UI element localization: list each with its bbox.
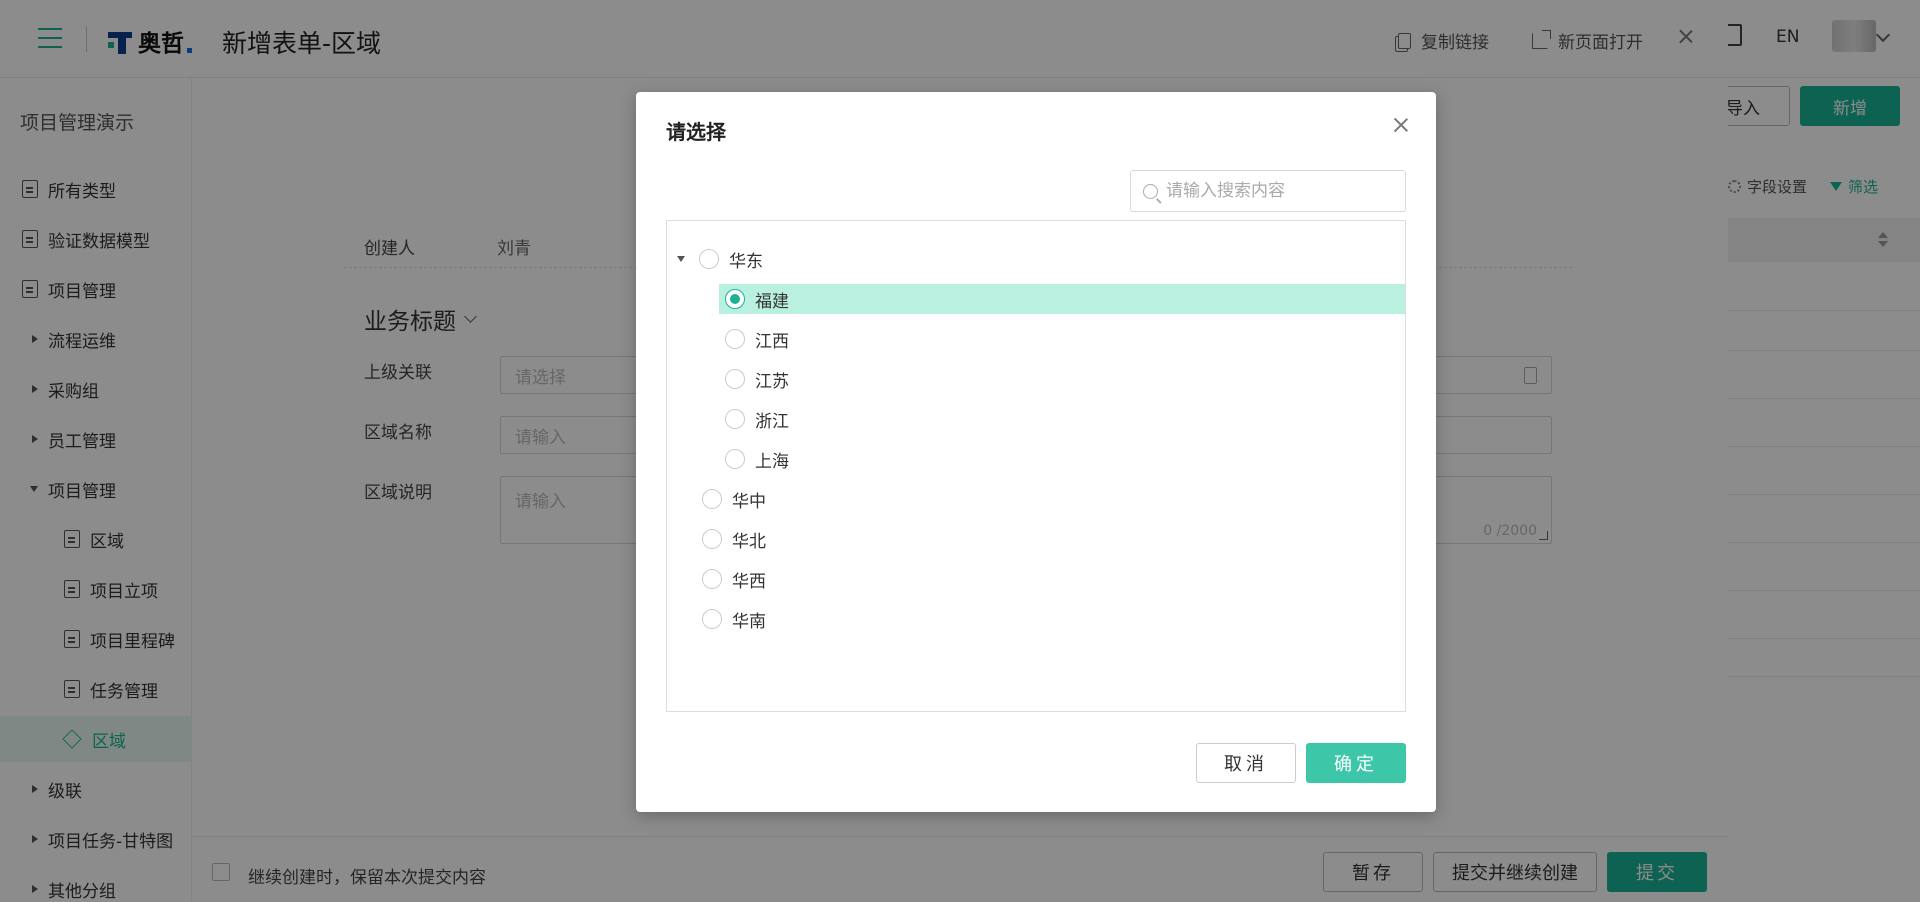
tree-node-label: 江苏: [755, 371, 789, 392]
radio-button[interactable]: [702, 609, 722, 629]
tree-node-fujian[interactable]: 福建: [719, 284, 1405, 314]
radio-button[interactable]: [702, 529, 722, 549]
select-modal: 请选择 华东 福建 江西 江苏 浙江: [636, 92, 1436, 812]
search-box[interactable]: [1130, 170, 1406, 212]
tree-node-east[interactable]: 华东: [677, 244, 763, 274]
search-input[interactable]: [1166, 181, 1396, 201]
confirm-button[interactable]: 确定: [1306, 743, 1406, 783]
tree-node-label: 华西: [732, 571, 766, 592]
tree-node-jiangsu[interactable]: 江苏: [725, 364, 789, 394]
radio-button[interactable]: [725, 329, 745, 349]
radio-button[interactable]: [725, 289, 745, 309]
tree-node-label: 华北: [732, 531, 766, 552]
radio-button[interactable]: [702, 489, 722, 509]
tree-node-jiangxi[interactable]: 江西: [725, 324, 789, 354]
tree-node-label: 华南: [732, 611, 766, 632]
tree-node-west[interactable]: 华西: [702, 564, 766, 594]
tree-node-south[interactable]: 华南: [702, 604, 766, 634]
radio-button[interactable]: [725, 449, 745, 469]
radio-button[interactable]: [725, 369, 745, 389]
tree-node-label: 华东: [729, 251, 763, 272]
search-icon: [1143, 183, 1158, 199]
tree-node-label: 浙江: [755, 411, 789, 432]
modal-title: 请选择: [666, 120, 726, 144]
tree-node-label: 福建: [755, 291, 789, 312]
close-icon[interactable]: [1392, 116, 1410, 134]
tree-node-shanghai[interactable]: 上海: [725, 444, 789, 474]
tree-node-zhejiang[interactable]: 浙江: [725, 404, 789, 434]
tree-node-north[interactable]: 华北: [702, 524, 766, 554]
tree-node-label: 华中: [732, 491, 766, 512]
tree-panel: 华东 福建 江西 江苏 浙江 上海 华中 华北 华西 华南: [666, 220, 1406, 712]
tree-node-central[interactable]: 华中: [702, 484, 766, 514]
radio-button[interactable]: [725, 409, 745, 429]
radio-button[interactable]: [699, 249, 719, 269]
caret-down-icon[interactable]: [677, 256, 685, 262]
cancel-button[interactable]: 取消: [1196, 743, 1296, 783]
tree-node-label: 上海: [755, 451, 789, 472]
tree-node-label: 江西: [755, 331, 789, 352]
radio-button[interactable]: [702, 569, 722, 589]
